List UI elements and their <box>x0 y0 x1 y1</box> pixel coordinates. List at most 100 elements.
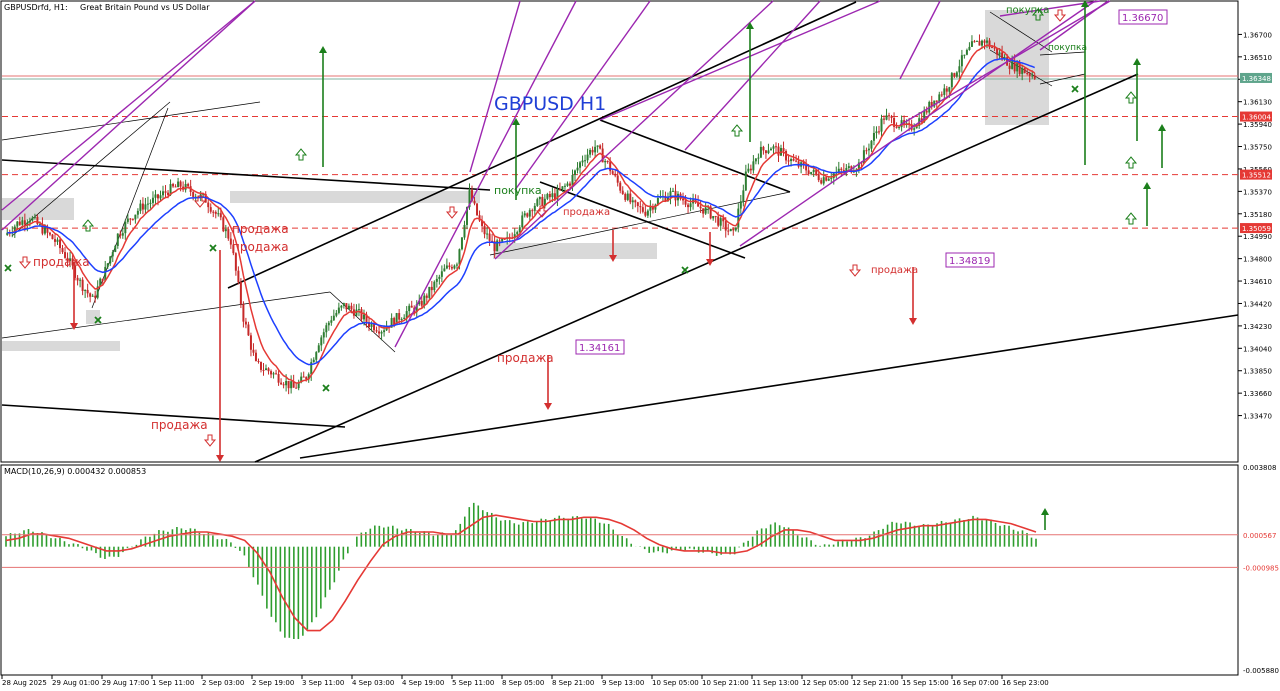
candle <box>496 238 499 252</box>
candle-body <box>33 216 36 218</box>
candle <box>634 199 637 208</box>
cross-marker-0 <box>4 264 12 272</box>
candle <box>375 326 378 334</box>
candle <box>558 182 561 191</box>
candle-body <box>285 380 288 386</box>
candle <box>764 149 767 159</box>
buy-arrow-4-head <box>1133 58 1141 65</box>
candle-body <box>619 182 622 191</box>
macd-title: MACD(10,26,9) 0.000432 0.000853 <box>4 467 146 476</box>
candle <box>159 190 162 202</box>
candle-body <box>536 199 539 206</box>
candle <box>310 358 313 381</box>
candle-body <box>156 194 159 199</box>
candle <box>405 306 408 323</box>
candle <box>953 72 956 79</box>
candle <box>247 321 250 336</box>
candle-body <box>551 193 554 198</box>
candle-body <box>795 160 798 162</box>
candle-body <box>244 321 247 325</box>
candle-body <box>591 149 594 153</box>
price-tick-label: 1.36700 <box>1243 31 1272 39</box>
candle <box>320 335 323 352</box>
candle <box>727 223 730 236</box>
candle-body <box>950 73 953 88</box>
candle <box>955 71 958 79</box>
candle <box>481 215 484 233</box>
candle-body <box>295 387 298 389</box>
buy-hollow-arrow-4 <box>1124 212 1138 225</box>
candle <box>734 227 737 232</box>
candle-body <box>277 373 280 383</box>
candle <box>872 126 875 146</box>
big-chart-title: GBPUSD H1 <box>494 93 606 115</box>
current-price-tag: 1.36348 <box>1240 72 1272 83</box>
candle-body <box>81 279 84 292</box>
candle <box>898 126 901 130</box>
candle <box>523 210 526 218</box>
candle-body <box>955 72 958 77</box>
candle <box>606 160 609 164</box>
candle-body <box>94 295 97 298</box>
candle <box>591 146 594 156</box>
sell-label-6: продажа <box>563 207 610 218</box>
candle <box>56 237 59 245</box>
time-tick-label: 16 Sep 07:00 <box>952 679 999 687</box>
candle <box>945 85 948 97</box>
trendline-8 <box>1 291 331 339</box>
candle <box>636 201 639 213</box>
candle-body <box>596 145 599 147</box>
candle <box>719 215 722 231</box>
trendline-7 <box>1 101 261 141</box>
candle <box>53 234 56 247</box>
time-tick-label: 10 Sep 21:00 <box>702 679 749 687</box>
candle-body <box>998 52 1001 55</box>
candle-body <box>357 309 360 311</box>
time-tick-label: 16 Sep 23:00 <box>1002 679 1049 687</box>
candle-body <box>546 193 549 199</box>
candle-body <box>488 233 491 241</box>
time-tick-label: 5 Sep 11:00 <box>452 679 494 687</box>
candle <box>445 258 448 270</box>
candle-body <box>729 228 732 232</box>
candle-body <box>566 183 569 186</box>
candle-body <box>970 41 973 47</box>
candle-body <box>704 207 707 214</box>
macd-tick-label: 0.003808 <box>1243 464 1276 472</box>
price-tick-label: 1.34230 <box>1243 323 1272 331</box>
candle <box>619 180 622 194</box>
candle-body <box>84 289 87 292</box>
candle <box>646 209 649 219</box>
candle-body <box>1026 73 1029 75</box>
candle-body <box>1028 73 1031 76</box>
candle-body <box>978 40 981 46</box>
candle <box>531 208 534 218</box>
candle <box>448 262 451 270</box>
candle-body <box>159 195 162 199</box>
candle <box>257 358 260 364</box>
sell-label-5: продажа <box>497 351 554 365</box>
candle <box>337 302 340 315</box>
candle-body <box>247 324 250 336</box>
candle <box>146 196 149 211</box>
candle-body <box>139 203 142 211</box>
candle <box>599 144 602 150</box>
candle <box>182 181 185 192</box>
time-tick-label: 4 Sep 19:00 <box>402 679 444 687</box>
candle <box>888 112 891 121</box>
candle-body <box>1011 61 1014 69</box>
candle <box>712 215 715 221</box>
sell-hollow-arrow-4 <box>848 264 862 277</box>
candle <box>214 210 217 219</box>
candle <box>327 320 330 331</box>
candle <box>212 210 215 218</box>
candle <box>639 200 642 214</box>
candle-body <box>101 278 104 281</box>
candle <box>267 367 270 375</box>
candle <box>774 142 777 154</box>
candle <box>450 264 453 271</box>
candle-body <box>207 202 210 208</box>
candle <box>965 48 968 56</box>
buy-hollow-arrow-0 <box>294 148 308 161</box>
candle-body <box>438 276 441 279</box>
